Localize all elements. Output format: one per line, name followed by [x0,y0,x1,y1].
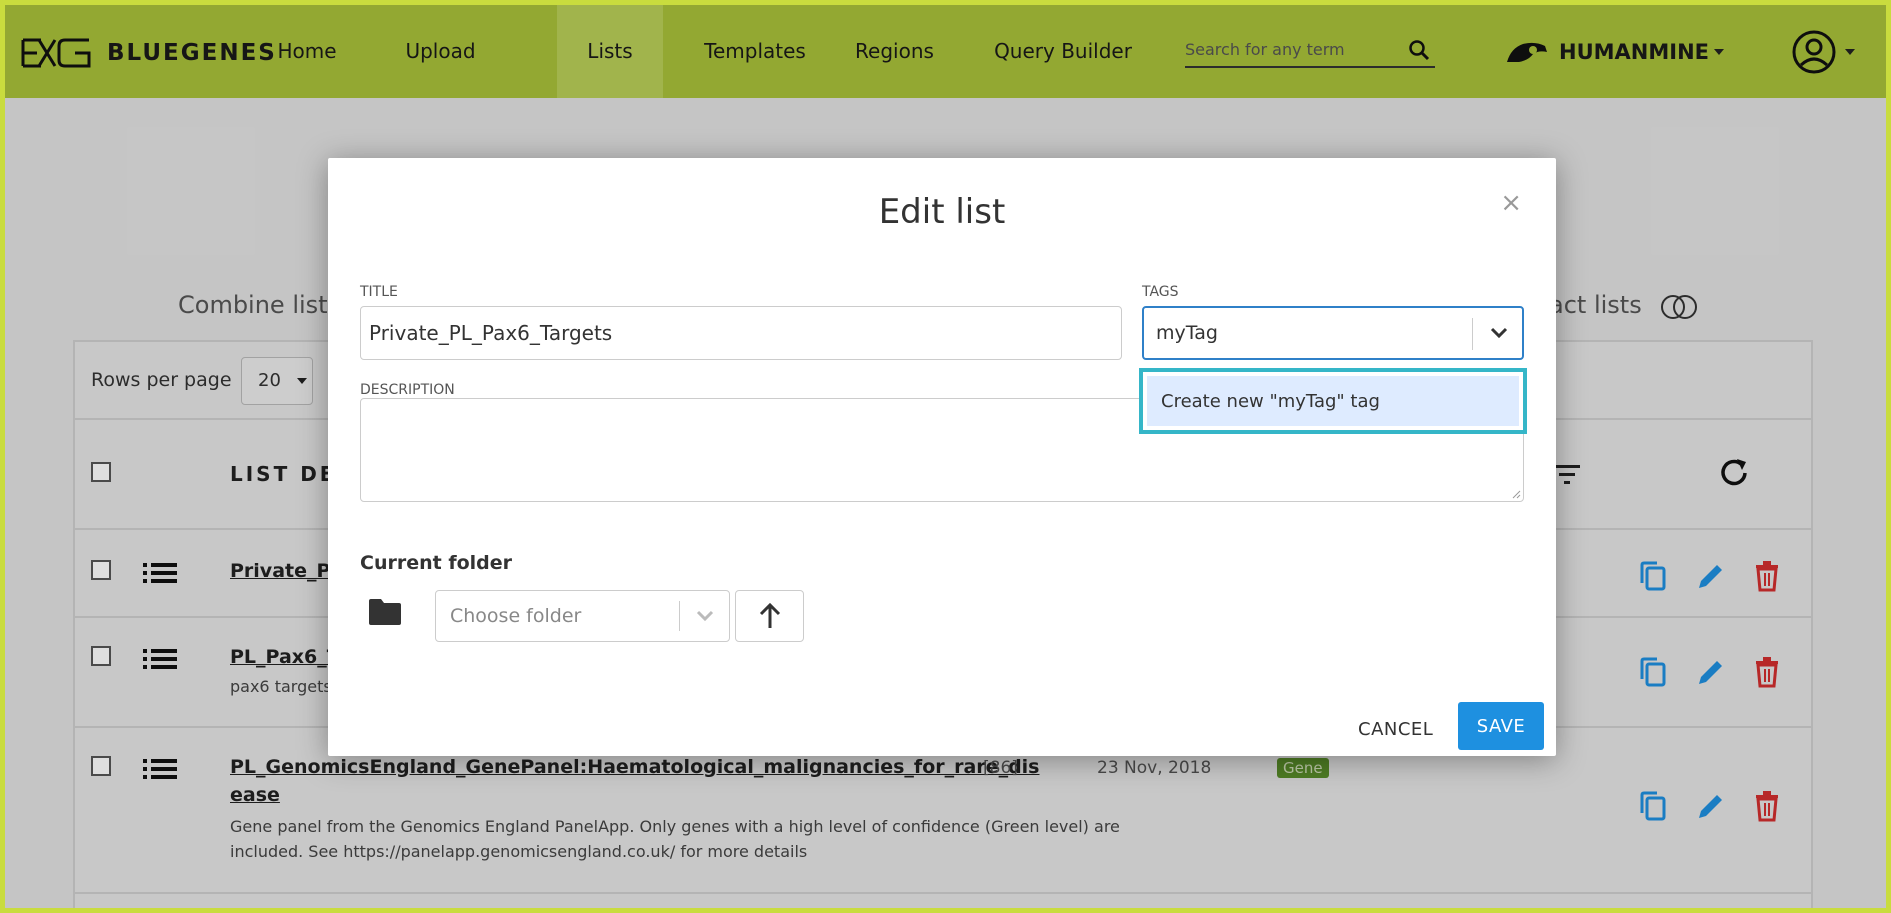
tags-select[interactable]: myTag [1142,306,1524,360]
tags-dropdown-menu: Create new "myTag" tag [1139,368,1527,434]
cancel-button[interactable]: CANCEL [1358,719,1433,740]
tags-label: Tags [1142,284,1179,300]
title-input[interactable]: Private_PL_Pax6_Targets [360,306,1122,360]
close-icon[interactable]: × [1500,188,1522,218]
chevron-down-icon[interactable] [1488,323,1510,343]
modal-title: Edit list [878,192,1006,232]
title-label: Title [360,284,398,300]
app-frame: BLUEGENES Home Upload Lists Templates Re… [5,5,1886,908]
save-button[interactable]: SAVE [1458,702,1544,750]
folder-up-button[interactable] [735,590,804,642]
chevron-down-icon[interactable] [694,607,716,625]
folder-placeholder: Choose folder [450,605,582,627]
resize-handle-icon[interactable] [1511,489,1521,499]
current-folder-label: Current folder [360,552,513,574]
folder-select[interactable]: Choose folder [435,590,730,642]
arrow-up-icon [759,602,780,628]
tags-input[interactable]: myTag [1156,322,1218,344]
select-separator [1472,318,1473,350]
title-input-value: Private_PL_Pax6_Targets [369,321,613,345]
create-tag-option[interactable]: Create new "myTag" tag [1147,376,1519,426]
edit-list-modal: Edit list × Title Private_PL_Pax6_Target… [328,158,1556,756]
folder-icon [369,599,401,625]
description-label: Description [360,382,455,398]
select-separator [679,601,680,631]
